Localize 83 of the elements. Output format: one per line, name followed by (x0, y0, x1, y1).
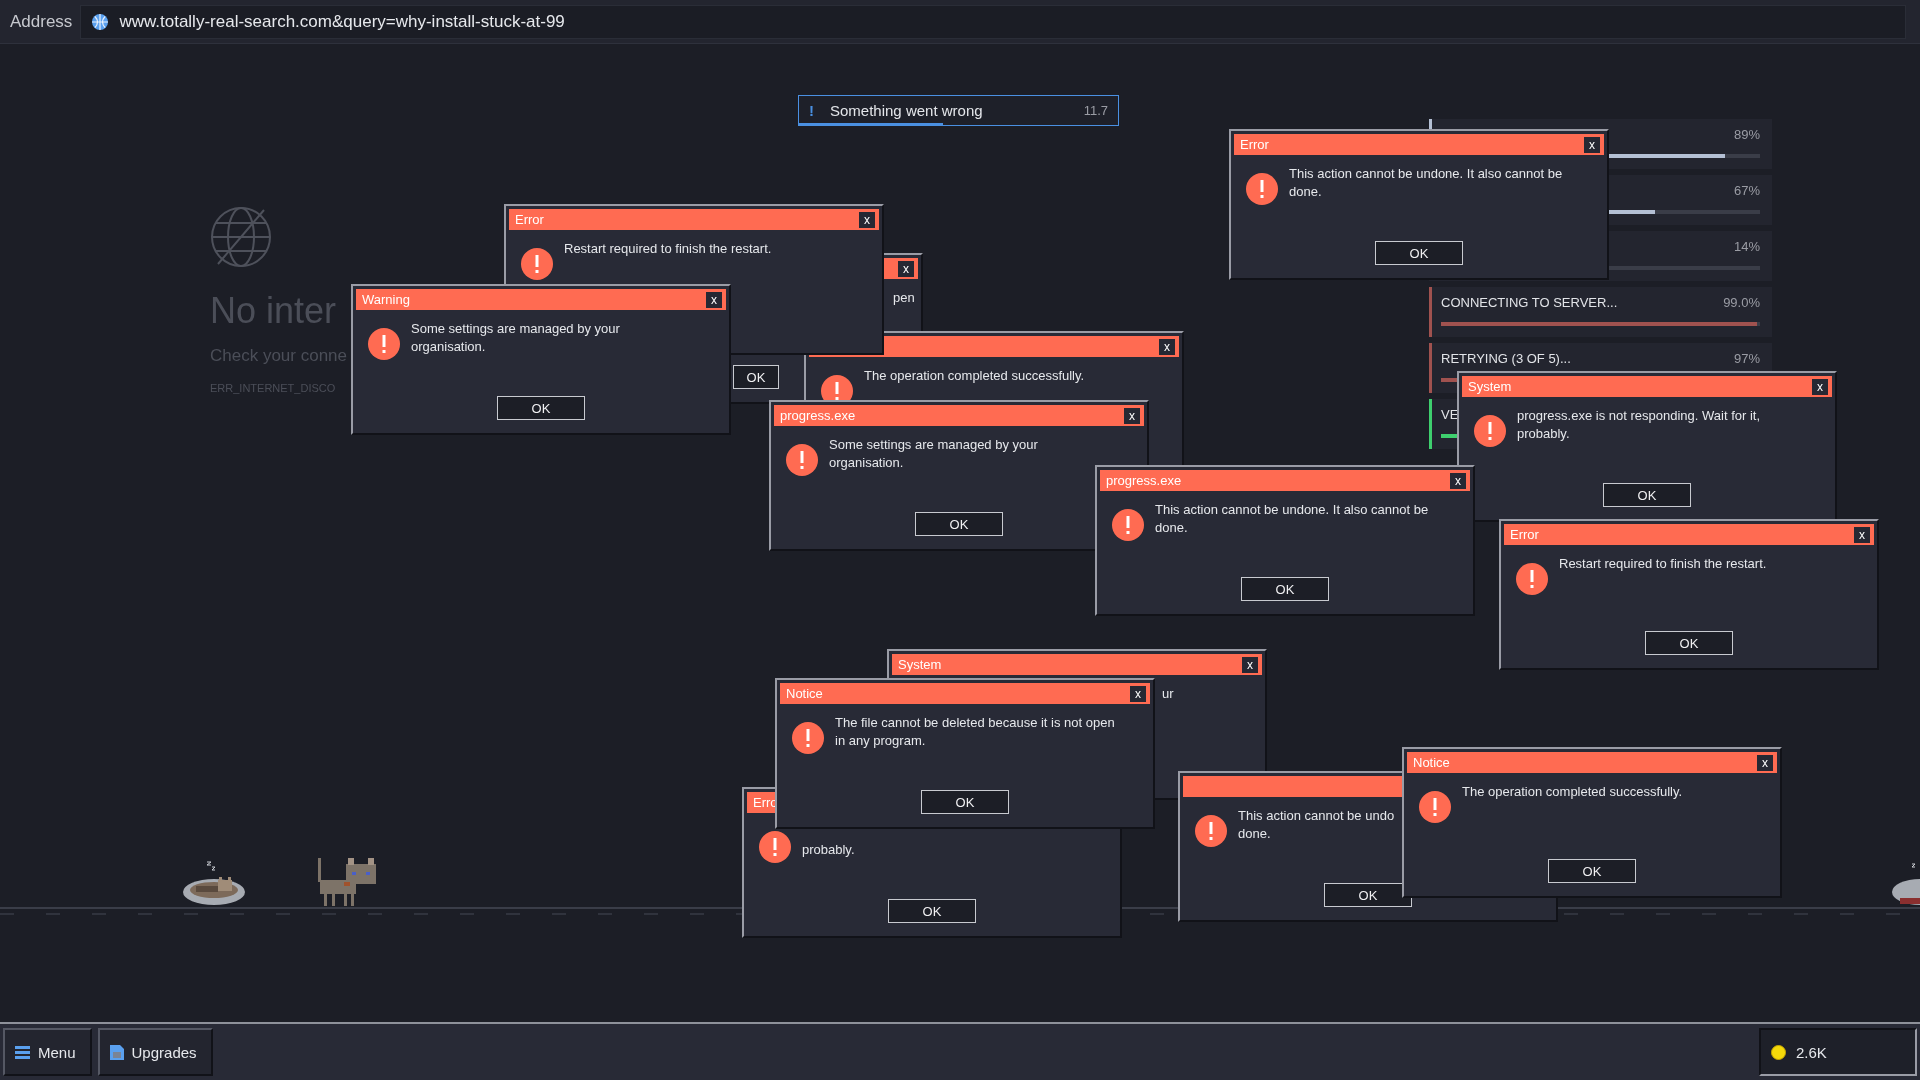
ok-button[interactable]: OK (1241, 577, 1329, 601)
no-connection-globe-icon (210, 206, 272, 268)
toast-message: Something went wrong (830, 102, 984, 119)
dialog-message: probably. (802, 841, 855, 859)
close-button[interactable]: x (1130, 685, 1146, 702)
dialog-message: The file cannot be deleted because it is not open in any program. (835, 714, 1115, 750)
dialog-message: Restart required to finish the restart. (1559, 555, 1767, 573)
alert-icon (1419, 791, 1451, 823)
dialog-title: Error (1240, 137, 1269, 152)
dialog-title: System (898, 657, 942, 672)
close-button[interactable]: x (1450, 472, 1466, 489)
progress-label: RETRYING (3 OF 5)... (1441, 351, 1571, 368)
ok-button[interactable]: OK (733, 365, 779, 389)
close-button[interactable]: x (1584, 136, 1600, 153)
progress-label: CONNECTING TO SERVER... (1441, 295, 1618, 312)
alert-icon (368, 328, 400, 360)
ok-button[interactable]: OK (1548, 859, 1636, 883)
coin-icon (1771, 1044, 1786, 1060)
progress-percent: 97% (1733, 351, 1760, 368)
ok-button[interactable]: OK (1324, 883, 1412, 907)
alert-icon (521, 248, 553, 280)
close-button[interactable]: x (706, 291, 722, 308)
close-button[interactable]: x (859, 211, 875, 228)
dialog-message: The operation completed successfully. (864, 367, 1085, 385)
address-field[interactable]: www.totally-real-search.com&query=why-install-stuck-at-99 (80, 4, 1906, 39)
alert-icon (1516, 563, 1548, 595)
ok-button[interactable]: OK (915, 512, 1003, 536)
address-label: Address (10, 11, 73, 32)
alert-icon (786, 444, 818, 476)
progress-percent: 14% (1733, 239, 1760, 256)
dialog-title: Warning (362, 292, 410, 307)
dialog-message: pen (893, 289, 915, 307)
progress-percent: 99.0% (1723, 295, 1760, 312)
dialog-message: Some settings are managed by your organisation. (411, 320, 620, 356)
alert-icon (759, 831, 791, 863)
dialog-message: Restart required to finish the restart. (564, 240, 772, 258)
alert-icon (792, 722, 824, 754)
progress-percent: 89% (1733, 127, 1760, 144)
close-button[interactable]: x (1812, 378, 1828, 395)
ok-button[interactable]: OK (888, 899, 976, 923)
dialog-title: System (1468, 379, 1512, 394)
dialog-title: Notice (786, 686, 823, 701)
ok-button[interactable]: OK (1375, 241, 1463, 265)
close-button[interactable]: x (1159, 338, 1175, 355)
dialog-title: Error (515, 212, 544, 227)
alert-icon (1112, 509, 1144, 541)
dialog-title: progress.exe (780, 408, 856, 423)
menu-icon (15, 1045, 30, 1059)
alert-icon (1195, 815, 1227, 847)
menu-button[interactable]: Menu (3, 1028, 92, 1076)
document-icon (109, 1044, 124, 1060)
ok-button[interactable]: OK (497, 396, 585, 420)
sleeping-cat-drawing (182, 860, 246, 907)
coin-amount: 2.6K (1796, 1043, 1827, 1061)
url-text: www.totally-real-search.com&query=why-install-stuck-at-99 (119, 11, 565, 32)
progress-percent: 67% (1733, 183, 1760, 200)
close-button[interactable]: x (1124, 407, 1140, 424)
close-button[interactable]: x (898, 260, 914, 277)
close-button[interactable]: x (1854, 526, 1870, 543)
dialog-message: The operation completed successfully. (1462, 783, 1683, 801)
dialog-message: ur (1162, 685, 1174, 703)
close-button[interactable]: x (1757, 754, 1773, 771)
alert-icon (1246, 173, 1278, 205)
ok-button[interactable]: OK (1645, 631, 1733, 655)
dialog-message: This action cannot be undo done. (1238, 807, 1395, 843)
toast-timer: 11.7 (1083, 103, 1108, 118)
dialog-message: This action cannot be undone. It also cannot be done. (1155, 501, 1429, 537)
ok-button[interactable]: OK (921, 790, 1009, 814)
globe-icon (91, 12, 110, 31)
progress-label: VE (1441, 407, 1459, 424)
cat-bed-drawing (1890, 862, 1920, 907)
dialog-message: Some settings are managed by your organisation. (829, 436, 1038, 472)
dialog-title: Notice (1413, 755, 1450, 770)
close-button[interactable]: x (1242, 656, 1258, 673)
cat-drawing (318, 856, 378, 907)
upgrades-button[interactable]: Upgrades (97, 1028, 213, 1076)
dialog-message: progress.exe is not responding. Wait for it, probably. (1517, 407, 1761, 443)
dialog-title: Error (1510, 527, 1539, 542)
alert-icon (1474, 415, 1506, 447)
dialog-message: This action cannot be undone. It also cannot be done. (1289, 165, 1563, 201)
alert-icon: ! (809, 102, 814, 119)
dialog-title: progress.exe (1106, 473, 1182, 488)
ok-button[interactable]: OK (1603, 483, 1691, 507)
